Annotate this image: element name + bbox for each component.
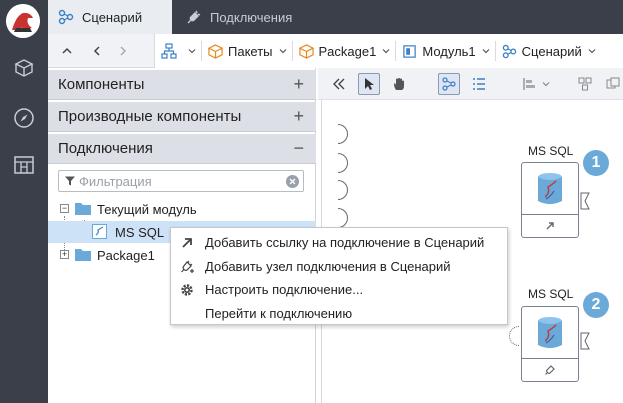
input-port[interactable] [338,153,348,173]
filter-box [58,170,304,192]
menu-item-add-connection-node[interactable]: Добавить узел подключения в Сценарий [171,255,507,279]
scenario-icon [502,44,517,59]
breadcrumb-bar: Пакеты Package1 Модуль1 Сценарий [48,34,623,68]
database-icon [522,163,578,215]
ms-sql-node-reference[interactable] [521,162,579,238]
node-label: MS SQL [528,287,574,301]
plus-icon[interactable]: + [293,74,304,94]
app-logo[interactable] [6,4,40,38]
link-icon [522,215,578,237]
hierarchy-icon [161,43,177,59]
scenario-icon [58,9,74,25]
chevron-down-icon[interactable] [381,46,391,56]
context-menu: Добавить ссылку на подключение в Сценари… [170,227,508,325]
input-port[interactable] [338,208,348,228]
input-port[interactable] [338,124,348,144]
folder-icon [74,247,92,265]
copy-icon[interactable] [602,73,623,95]
input-port[interactable] [509,326,519,346]
filter-input[interactable] [79,173,279,189]
node-label: MS SQL [528,144,574,158]
plus-icon[interactable]: + [293,106,304,126]
up-button[interactable] [58,42,76,60]
ms-sql-node-connection[interactable] [521,306,579,382]
forward-button[interactable] [114,42,132,60]
back-button[interactable] [88,42,106,60]
breadcrumb-module1[interactable]: Модуль1 [396,34,494,68]
output-port-icon[interactable] [580,332,590,350]
arrow-link-icon [179,235,195,251]
gear-icon [179,282,195,298]
tab-scenario[interactable]: Сценарий [48,0,172,34]
plug-icon [186,9,202,25]
package-icon[interactable] [0,48,48,88]
collapse-icon[interactable]: − [60,204,69,213]
breadcrumb-root[interactable] [155,34,201,68]
expand-icon[interactable]: + [60,250,69,259]
plug-icon [522,359,578,381]
menu-item-go-to-connection[interactable]: Перейти к подключению [171,302,507,326]
layout-icon[interactable] [574,73,596,95]
menu-item-add-connection-reference[interactable]: Добавить ссылку на подключение в Сценари… [171,231,507,255]
section-components[interactable]: Компоненты + [48,70,316,100]
chevron-down-icon[interactable] [481,46,491,56]
step-badge: 2 [583,292,609,318]
folder-icon [74,201,92,219]
package-icon [208,43,223,59]
hand-tool-icon[interactable] [388,73,410,95]
clear-icon[interactable] [286,175,299,188]
filter-icon [64,175,76,187]
tab-bar: Сценарий Подключения [48,0,623,34]
compass-icon[interactable] [0,98,48,138]
left-rail [0,0,48,403]
module-icon [402,44,417,59]
collapse-panel-icon[interactable] [328,73,350,95]
breadcrumb-scenario[interactable]: Сценарий [496,34,601,68]
list-view-icon[interactable] [468,73,490,95]
tab-connections-label: Подключения [210,9,293,25]
diagram-view-icon[interactable] [438,73,460,95]
section-connections[interactable]: Подключения − [48,134,316,164]
tree-item-current-module[interactable]: − Текущий модуль [48,198,316,220]
package-icon [298,43,314,59]
chevron-down-icon[interactable] [587,46,597,56]
canvas-toolbar [318,68,623,100]
minus-icon[interactable]: − [293,138,304,158]
add-plug-icon [179,259,195,275]
table-grid-icon[interactable] [0,145,48,185]
output-port-icon[interactable] [580,192,590,210]
breadcrumb-package1[interactable]: Package1 [293,34,396,68]
database-icon [522,307,578,359]
input-port[interactable] [338,180,348,200]
section-derived-components[interactable]: Производные компоненты + [48,102,316,132]
ms-sql-icon [92,224,107,242]
chevron-down-icon[interactable] [540,73,552,95]
step-badge: 1 [583,150,609,176]
tab-scenario-label: Сценарий [82,9,143,25]
breadcrumb: Пакеты Package1 Модуль1 Сценарий [154,34,623,68]
chevron-down-icon[interactable] [187,46,197,56]
align-icon[interactable] [518,73,540,95]
menu-item-configure-connection[interactable]: Настроить подключение... [171,278,507,302]
chevron-down-icon[interactable] [278,46,288,56]
tab-connections[interactable]: Подключения [176,0,336,34]
breadcrumb-packages[interactable]: Пакеты [202,34,292,68]
pointer-tool-icon[interactable] [358,73,380,95]
